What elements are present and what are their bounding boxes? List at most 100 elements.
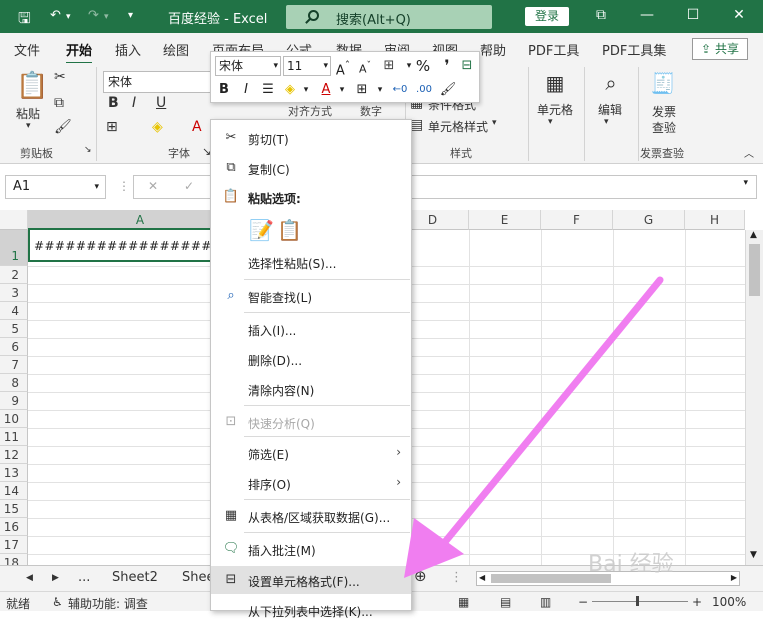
cells-icon[interactable]: ▦ — [542, 71, 568, 95]
editing-label[interactable]: 编辑 — [598, 101, 622, 118]
cells-dropdown-icon[interactable]: ▾ — [548, 117, 553, 127]
zoom-slider[interactable] — [592, 601, 688, 602]
redo-icon[interactable]: ↷ — [88, 8, 99, 23]
bold-icon[interactable]: B — [108, 95, 119, 111]
sheet-ellipsis[interactable]: ... — [78, 570, 90, 585]
font-name-box[interactable]: 宋体 — [103, 71, 211, 93]
tab-pdf-toolset[interactable]: PDF工具集 — [602, 40, 666, 59]
menu-item-copy[interactable]: ⧉ 复制(C) — [211, 154, 411, 182]
vertical-scrollbar[interactable]: ▲ ▼ — [745, 230, 763, 566]
merge-center-icon[interactable]: ⊟ — [457, 56, 477, 76]
format-painter-icon[interactable]: 🖌 — [54, 119, 72, 135]
next-sheet-icon[interactable]: ▶ — [52, 573, 59, 583]
mini-borders-dropdown-icon[interactable]: ▾ — [371, 80, 389, 100]
name-box-dropdown-icon[interactable]: ▾ — [94, 176, 99, 198]
sheet-tab-sheet2[interactable]: Sheet2 — [112, 570, 158, 585]
mini-format-painter-icon[interactable]: 🖌 — [439, 80, 457, 100]
row-header-14[interactable]: 14 — [0, 482, 28, 500]
tab-help[interactable]: 帮助 — [480, 40, 506, 59]
mini-font-color-dropdown-icon[interactable]: ▾ — [333, 80, 351, 100]
tab-insert[interactable]: 插入 — [115, 40, 141, 59]
undo-dropdown-icon[interactable]: ▾ — [66, 12, 71, 22]
ribbon-display-icon[interactable]: ⧉ — [592, 6, 610, 24]
paste-dropdown-icon[interactable]: ▾ — [26, 121, 31, 131]
column-header-f[interactable]: F — [541, 210, 613, 230]
menu-item-format-cells[interactable]: ⊟ 设置单元格格式(F)... — [211, 566, 411, 594]
mini-size-select[interactable]: 11 ▾ — [283, 56, 331, 76]
row-header-11[interactable]: 11 — [0, 428, 28, 446]
fill-color-icon[interactable]: ◈ — [152, 119, 163, 135]
login-button[interactable]: 登录 — [525, 7, 569, 26]
row-header-9[interactable]: 9 — [0, 392, 28, 410]
mini-font-select[interactable]: 宋体 ▾ — [215, 56, 281, 76]
maximize-icon[interactable]: ☐ — [684, 6, 702, 24]
italic-icon[interactable]: I — [132, 95, 136, 111]
invoice-check-icon[interactable]: 🧾 — [650, 71, 676, 95]
borders-icon[interactable]: ⊞ — [106, 119, 118, 135]
mini-borders-icon[interactable]: ⊞ — [353, 80, 371, 100]
normal-view-icon[interactable]: ▦ — [458, 595, 469, 609]
row-header-4[interactable]: 4 — [0, 302, 28, 320]
mini-italic-icon[interactable]: I — [237, 80, 255, 100]
invoice-label-1[interactable]: 发票 — [652, 103, 676, 120]
minimize-icon[interactable]: — — [638, 6, 656, 24]
copy-icon[interactable]: ⧉ — [54, 95, 64, 111]
menu-item-get-data[interactable]: ▦ 从表格/区域获取数据(G)... — [211, 502, 411, 530]
name-box[interactable]: A1 ▾ — [5, 175, 106, 199]
tab-home[interactable]: 开始 — [66, 40, 93, 65]
row-header-3[interactable]: 3 — [0, 284, 28, 302]
menu-item-insert-comment[interactable]: 🗨 插入批注(M) — [211, 535, 411, 563]
row-header-1[interactable]: 1 — [0, 230, 28, 266]
page-layout-view-icon[interactable]: ▤ — [500, 595, 511, 609]
menu-item-pick-from-list[interactable]: 从下拉列表中选择(K)... — [211, 596, 411, 624]
invoice-label-2[interactable]: 查验 — [652, 119, 676, 136]
zoom-level[interactable]: 100% — [712, 595, 746, 609]
zoom-out-icon[interactable]: − — [578, 595, 588, 609]
currency-format-icon[interactable]: ⊞ — [379, 56, 399, 76]
row-header-10[interactable]: 10 — [0, 410, 28, 428]
accessibility-status[interactable]: 辅助功能: 调查 — [68, 595, 148, 612]
tab-draw[interactable]: 绘图 — [163, 40, 189, 59]
row-header-17[interactable]: 17 — [0, 536, 28, 554]
save-icon[interactable]: 🖫 — [18, 8, 31, 33]
menu-item-filter[interactable]: 筛选(E) › — [211, 439, 411, 467]
accessibility-icon[interactable]: ♿ — [52, 595, 63, 609]
row-header-15[interactable]: 15 — [0, 500, 28, 518]
scroll-right-icon[interactable]: ▶ — [731, 573, 737, 582]
editing-search-icon[interactable]: ⌕ — [598, 71, 624, 95]
prev-sheet-icon[interactable]: ◀ — [26, 573, 33, 583]
cancel-icon[interactable]: ✕ — [148, 179, 158, 193]
row-header-12[interactable]: 12 — [0, 446, 28, 464]
row-header-18[interactable]: 18 — [0, 554, 28, 565]
scroll-down-icon[interactable]: ▼ — [750, 550, 757, 560]
row-header-7[interactable]: 7 — [0, 356, 28, 374]
paste-values-icon[interactable]: 📋 — [277, 218, 302, 242]
tab-pdf-tools[interactable]: PDF工具 — [528, 40, 579, 59]
font-color-icon[interactable]: A — [192, 119, 202, 135]
menu-item-cut[interactable]: ✂ 剪切(T) — [211, 124, 411, 152]
row-header-2[interactable]: 2 — [0, 266, 28, 284]
decrease-font-icon[interactable]: Aˇ — [355, 56, 375, 76]
menu-item-paste-special[interactable]: 选择性粘贴(S)... — [211, 248, 411, 276]
page-break-view-icon[interactable]: ▥ — [540, 595, 551, 609]
paste-label[interactable]: 粘贴 — [16, 105, 40, 122]
column-header-e[interactable]: E — [469, 210, 541, 230]
tab-file[interactable]: 文件 — [14, 40, 40, 59]
scroll-left-icon[interactable]: ◀ — [479, 573, 485, 582]
mini-font-dropdown-icon[interactable]: ▾ — [273, 57, 278, 75]
column-header-g[interactable]: G — [613, 210, 685, 230]
paste-all-icon[interactable]: 📝 — [249, 218, 274, 242]
undo-icon[interactable]: ↶ — [50, 8, 61, 23]
menu-item-smart-lookup[interactable]: ⌕ 智能查找(L) — [211, 282, 411, 310]
row-header-5[interactable]: 5 — [0, 320, 28, 338]
mini-fill-dropdown-icon[interactable]: ▾ — [297, 80, 315, 100]
comma-style-icon[interactable]: ❜ — [437, 56, 457, 76]
share-button[interactable]: ⇪ 共享 — [692, 38, 748, 60]
customize-toolbar-icon[interactable]: ▾ — [128, 10, 133, 21]
cell-styles-dropdown-icon[interactable]: ▾ — [492, 118, 497, 128]
row-header-16[interactable]: 16 — [0, 518, 28, 536]
paste-icon[interactable]: 📋 — [16, 71, 48, 101]
clipboard-launcher-icon[interactable]: ↘ — [84, 145, 92, 155]
underline-icon[interactable]: U — [156, 95, 166, 111]
increase-decimal-icon[interactable]: ←0 — [391, 80, 409, 100]
